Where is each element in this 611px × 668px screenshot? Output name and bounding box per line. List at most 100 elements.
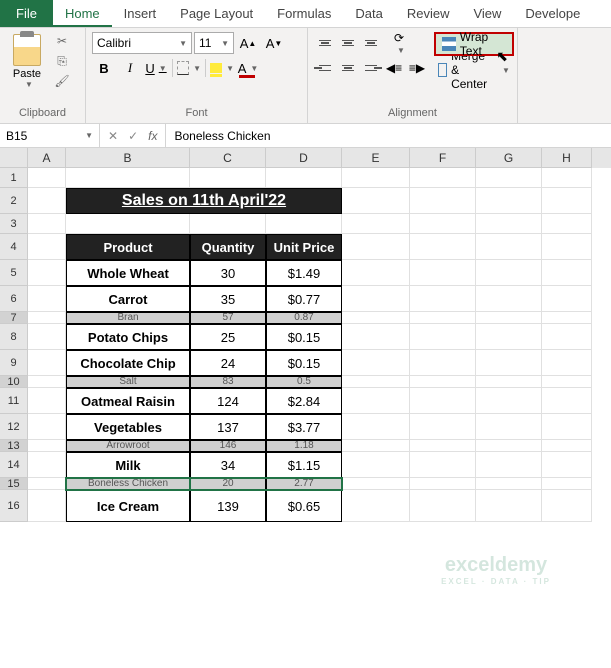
- cell-A12[interactable]: [28, 414, 66, 440]
- cell-G15[interactable]: [476, 478, 542, 490]
- col-header-H[interactable]: H: [542, 148, 592, 168]
- increase-font-button[interactable]: A▲: [236, 32, 260, 54]
- cell-F5[interactable]: [410, 260, 476, 286]
- underline-button[interactable]: U▼: [144, 57, 168, 79]
- cell-B4[interactable]: Product: [66, 234, 190, 260]
- cell-E5[interactable]: [342, 260, 410, 286]
- row-header-13[interactable]: 13: [0, 440, 28, 452]
- cells-area[interactable]: Sales on 11th April'22ProductQuantityUni…: [28, 168, 611, 668]
- cell-B15[interactable]: Boneless Chicken: [66, 478, 190, 490]
- cell-C15[interactable]: 20: [190, 478, 266, 490]
- row-header-14[interactable]: 14: [0, 452, 28, 478]
- cell-C4[interactable]: Quantity: [190, 234, 266, 260]
- cell-G14[interactable]: [476, 452, 542, 478]
- row-header-5[interactable]: 5: [0, 260, 28, 286]
- cell-A7[interactable]: [28, 312, 66, 324]
- cell-A2[interactable]: [28, 188, 66, 214]
- cell-H16[interactable]: [542, 490, 592, 522]
- col-header-E[interactable]: E: [342, 148, 410, 168]
- cell-H6[interactable]: [542, 286, 592, 312]
- cell-D7[interactable]: 0.87: [266, 312, 342, 324]
- cell-G5[interactable]: [476, 260, 542, 286]
- cell-H14[interactable]: [542, 452, 592, 478]
- cell-B14[interactable]: Milk: [66, 452, 190, 478]
- col-header-G[interactable]: G: [476, 148, 542, 168]
- col-header-A[interactable]: A: [28, 148, 66, 168]
- row-header-10[interactable]: 10: [0, 376, 28, 388]
- cell-D12[interactable]: $3.77: [266, 414, 342, 440]
- row-header-9[interactable]: 9: [0, 350, 28, 376]
- cell-C7[interactable]: 57: [190, 312, 266, 324]
- cell-H1[interactable]: [542, 168, 592, 188]
- align-left-button[interactable]: [314, 57, 336, 79]
- cell-H13[interactable]: [542, 440, 592, 452]
- cell-B7[interactable]: Bran: [66, 312, 190, 324]
- cell-C1[interactable]: [190, 168, 266, 188]
- cell-H2[interactable]: [542, 188, 592, 214]
- cell-G8[interactable]: [476, 324, 542, 350]
- decrease-indent-button[interactable]: ◀≡: [383, 57, 405, 79]
- row-header-1[interactable]: 1: [0, 168, 28, 188]
- cell-F9[interactable]: [410, 350, 476, 376]
- cell-E7[interactable]: [342, 312, 410, 324]
- cell-F6[interactable]: [410, 286, 476, 312]
- cell-H11[interactable]: [542, 388, 592, 414]
- cell-G3[interactable]: [476, 214, 542, 234]
- cell-G12[interactable]: [476, 414, 542, 440]
- row-header-15[interactable]: 15: [0, 478, 28, 490]
- cell-E10[interactable]: [342, 376, 410, 388]
- cell-F8[interactable]: [410, 324, 476, 350]
- cell-F2[interactable]: [410, 188, 476, 214]
- cell-F12[interactable]: [410, 414, 476, 440]
- cell-H5[interactable]: [542, 260, 592, 286]
- cell-C3[interactable]: [190, 214, 266, 234]
- cell-E9[interactable]: [342, 350, 410, 376]
- cell-B12[interactable]: Vegetables: [66, 414, 190, 440]
- cell-A1[interactable]: [28, 168, 66, 188]
- select-all-corner[interactable]: [0, 148, 28, 168]
- cell-A16[interactable]: [28, 490, 66, 522]
- cell-H8[interactable]: [542, 324, 592, 350]
- cell-E8[interactable]: [342, 324, 410, 350]
- cell-B8[interactable]: Potato Chips: [66, 324, 190, 350]
- cell-A4[interactable]: [28, 234, 66, 260]
- cell-F1[interactable]: [410, 168, 476, 188]
- cell-D9[interactable]: $0.15: [266, 350, 342, 376]
- cell-A9[interactable]: [28, 350, 66, 376]
- col-header-F[interactable]: F: [410, 148, 476, 168]
- cell-C5[interactable]: 30: [190, 260, 266, 286]
- cell-G10[interactable]: [476, 376, 542, 388]
- align-right-button[interactable]: [360, 57, 382, 79]
- cell-D13[interactable]: 1.18: [266, 440, 342, 452]
- cell-H12[interactable]: [542, 414, 592, 440]
- name-box[interactable]: B15▼: [0, 124, 100, 147]
- cell-F11[interactable]: [410, 388, 476, 414]
- cell-F13[interactable]: [410, 440, 476, 452]
- cell-F4[interactable]: [410, 234, 476, 260]
- border-button[interactable]: ▼: [177, 57, 201, 79]
- tab-developer[interactable]: Develope: [513, 0, 592, 27]
- cell-A3[interactable]: [28, 214, 66, 234]
- row-header-6[interactable]: 6: [0, 286, 28, 312]
- copy-button[interactable]: ⎘: [52, 52, 72, 70]
- cell-H15[interactable]: [542, 478, 592, 490]
- col-header-B[interactable]: B: [66, 148, 190, 168]
- orientation-button[interactable]: ⟳▼: [383, 32, 415, 54]
- cell-F7[interactable]: [410, 312, 476, 324]
- cell-F14[interactable]: [410, 452, 476, 478]
- cell-H3[interactable]: [542, 214, 592, 234]
- formula-input[interactable]: Boneless Chicken: [166, 124, 611, 147]
- tab-data[interactable]: Data: [343, 0, 394, 27]
- cell-G7[interactable]: [476, 312, 542, 324]
- cell-C16[interactable]: 139: [190, 490, 266, 522]
- enter-icon[interactable]: ✓: [128, 129, 138, 143]
- row-header-11[interactable]: 11: [0, 388, 28, 414]
- cell-E12[interactable]: [342, 414, 410, 440]
- align-top-button[interactable]: [314, 32, 336, 54]
- cell-D4[interactable]: Unit Price: [266, 234, 342, 260]
- cell-D5[interactable]: $1.49: [266, 260, 342, 286]
- cell-A5[interactable]: [28, 260, 66, 286]
- format-painter-button[interactable]: 🖌: [52, 72, 72, 90]
- cell-F15[interactable]: [410, 478, 476, 490]
- cell-A13[interactable]: [28, 440, 66, 452]
